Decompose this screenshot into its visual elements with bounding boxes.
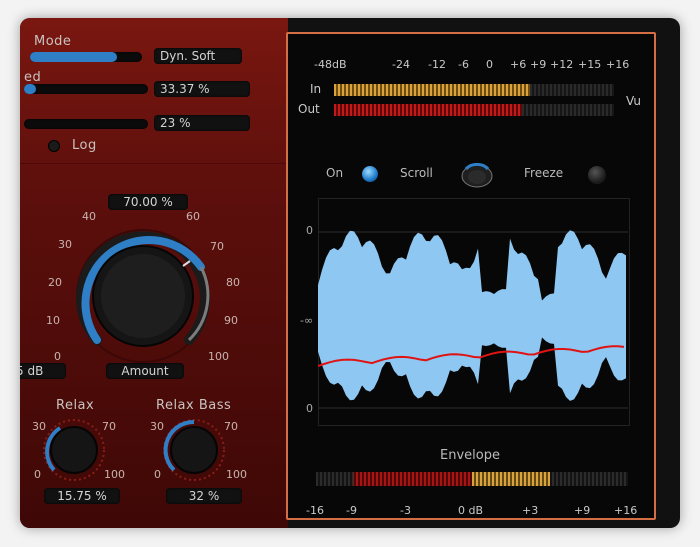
left-panel: Mode Dyn. Soft ed 33.37 % 23 % Log 70.00… [20,18,288,528]
top-scale-4: 0 [486,58,493,71]
amount-tick-90: 90 [224,314,238,327]
param3-value[interactable]: 23 % [154,115,250,131]
relax-bass-tick-30: 30 [150,420,164,433]
amount-tick-10: 10 [46,314,60,327]
on-label: On [326,166,344,180]
amount-tick-100: 100 [208,350,229,363]
relax-bass-value[interactable]: 32 % [166,488,242,504]
amount-tick-60: 60 [186,210,200,223]
relax-bass-knob[interactable] [158,416,230,482]
log-toggle[interactable] [48,140,60,152]
relax-knob[interactable] [38,416,110,482]
envelope-label: Envelope [440,448,500,463]
speed-slider[interactable] [24,84,148,94]
vu-label: Vu [626,94,641,108]
top-scale-9: +16 [606,58,630,71]
amount-tick-20: 20 [48,276,62,289]
param3-slider[interactable] [24,119,148,129]
relax-bass-tick-100: 100 [226,468,247,481]
top-scale-2: -12 [428,58,446,71]
mode-value[interactable]: Dyn. Soft [154,48,242,64]
amount-tick-0: 0 [54,350,61,363]
amount-label: Amount [106,363,184,379]
out-meter [334,104,614,116]
envelope-meter [316,472,628,486]
relax-bass-tick-70: 70 [224,420,238,433]
speed-label: ed [24,70,42,85]
freeze-label: Freeze [524,166,564,180]
in-meter [334,84,614,96]
meter-panel: -48dB -24 -12 -6 0 +6 +9 +12 +15 +16 In … [286,32,656,520]
amount-tick-80: 80 [226,276,240,289]
relax-tick-0: 0 [34,468,41,481]
top-scale-1: -24 [392,58,410,71]
scroll-knob[interactable] [460,160,494,188]
mode-slider-fill [30,52,118,62]
mode-label: Mode [34,34,72,49]
scope-y-mid: -∞ [300,314,314,327]
log-label: Log [72,138,97,153]
relax-tick-70: 70 [102,420,116,433]
gain-value[interactable]: 5 dB [20,363,66,379]
scope-y-top: 0 [306,224,313,237]
out-meter-fill [334,104,522,116]
relax-value[interactable]: 15.75 % [44,488,120,504]
relax-tick-100: 100 [104,468,125,481]
amount-tick-40: 40 [82,210,96,223]
bottom-scale-6: +16 [614,504,638,517]
top-scale-7: +12 [550,58,574,71]
speed-slider-fill [24,84,37,94]
top-scale-3: -6 [458,58,469,71]
bottom-scale-1: -9 [346,504,357,517]
out-label: Out [298,102,320,116]
waveform [318,230,626,401]
top-scale-8: +15 [578,58,602,71]
relax-bass-tick-0: 0 [154,468,161,481]
relax-label: Relax [56,398,95,413]
bottom-scale-0: -16 [306,504,324,517]
freeze-button[interactable] [588,166,606,184]
plugin-window: Mode Dyn. Soft ed 33.37 % 23 % Log 70.00… [20,18,680,528]
scope-y-bottom: 0 [306,402,313,415]
relax-tick-30: 30 [32,420,46,433]
top-scale-0: -48dB [314,58,347,71]
waveform-scope [318,230,628,409]
top-scale-5: +6 [510,58,527,71]
bottom-scale-3: 0 dB [458,504,484,517]
speed-value[interactable]: 33.37 % [154,81,250,97]
amount-tick-30: 30 [58,238,72,251]
on-led-button[interactable] [362,166,378,182]
divider [20,163,288,164]
bottom-scale-5: +9 [574,504,591,517]
bottom-scale-2: -3 [400,504,411,517]
mode-slider[interactable] [30,52,142,62]
relax-bass-label: Relax Bass [156,398,232,413]
amount-value[interactable]: 70.00 % [108,194,188,210]
bottom-scale-4: +3 [522,504,539,517]
amount-knob[interactable] [60,214,230,364]
in-label: In [310,82,322,96]
top-scale-6: +9 [530,58,547,71]
scroll-label: Scroll [400,166,433,180]
amount-tick-70: 70 [210,240,224,253]
in-meter-fill [334,84,530,96]
